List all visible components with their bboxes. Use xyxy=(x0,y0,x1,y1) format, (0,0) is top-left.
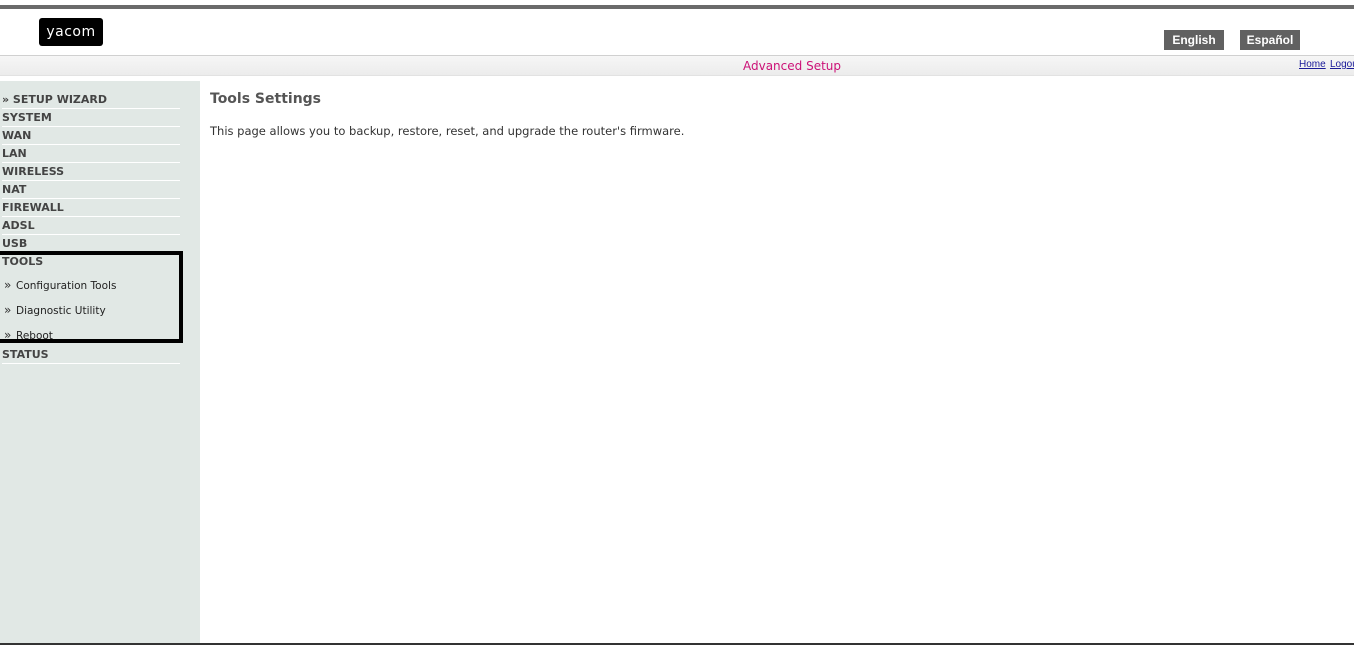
sidebar-item-system[interactable]: SYSTEM xyxy=(2,109,180,127)
sidebar-item-setup-wizard[interactable]: » SETUP WIZARD xyxy=(2,91,180,109)
sidebar-item-wan[interactable]: WAN xyxy=(2,127,180,145)
page-section-title: Advanced Setup xyxy=(742,59,841,73)
logout-link[interactable]: Logou xyxy=(1330,59,1354,70)
sidebar-item-status[interactable]: STATUS xyxy=(2,346,180,364)
sidebar-item-lan[interactable]: LAN xyxy=(2,145,180,163)
sidebar-item-firewall[interactable]: FIREWALL xyxy=(2,199,180,217)
title-bar: Advanced Setup Home Logou xyxy=(0,55,1354,76)
page: yacom English Español Advanced Setup Hom… xyxy=(0,0,1354,645)
english-button[interactable]: English xyxy=(1164,30,1224,50)
espanol-button[interactable]: Español xyxy=(1240,30,1300,50)
page-title: Tools Settings xyxy=(210,91,322,107)
sidebar-item-adsl[interactable]: ADSL xyxy=(2,217,180,235)
page-description: This page allows you to backup, restore,… xyxy=(210,124,685,138)
sidebar-item-nat[interactable]: NAT xyxy=(2,181,180,199)
top-bar xyxy=(0,5,1354,9)
tools-highlight-box xyxy=(0,251,183,343)
brand-logo[interactable]: yacom xyxy=(39,18,103,46)
sidebar: » SETUP WIZARD SYSTEM WAN LAN WIRELESS N… xyxy=(0,81,200,645)
home-link[interactable]: Home xyxy=(1299,59,1326,70)
sidebar-item-wireless[interactable]: WIRELESS xyxy=(2,163,180,181)
